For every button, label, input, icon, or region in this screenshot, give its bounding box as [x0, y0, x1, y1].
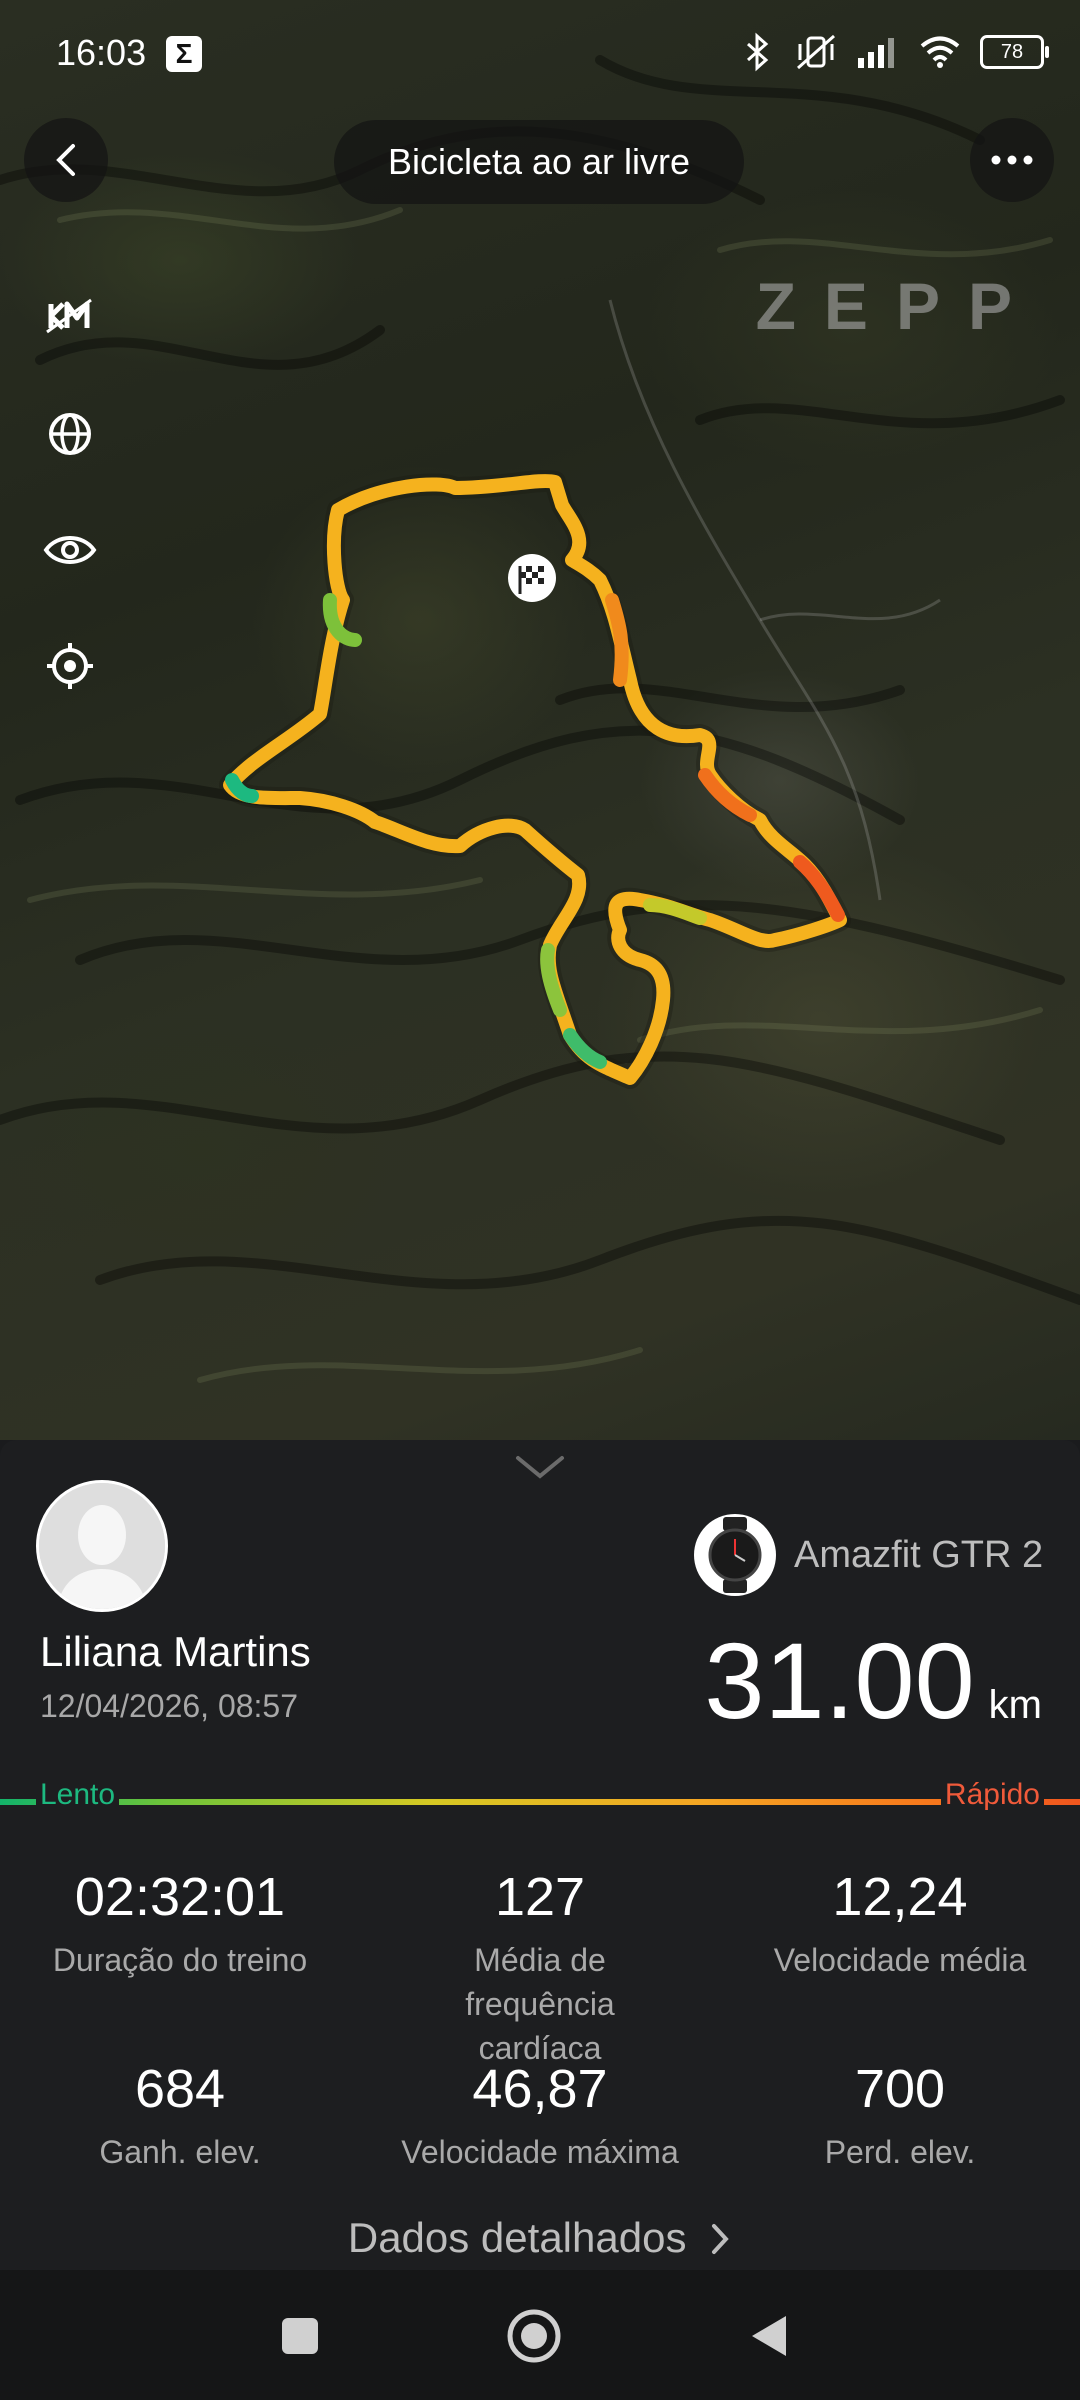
stat-label: Média de frequência cardíaca: [465, 1942, 615, 2066]
back-button[interactable]: [24, 118, 108, 202]
visibility-button[interactable]: [38, 518, 102, 582]
battery-level: 78: [1000, 40, 1024, 63]
stat-label: Velocidade média: [773, 1942, 1027, 1978]
stat-value: 684: [134, 2059, 226, 2119]
finish-flag-icon: [508, 554, 556, 602]
status-icons: 78: [740, 30, 1049, 74]
default-avatar-icon: [39, 1483, 165, 1609]
km-markers-button[interactable]: [38, 284, 102, 348]
map-layer-button[interactable]: [38, 402, 102, 466]
signal-icon: [858, 38, 894, 68]
route-map[interactable]: [0, 0, 1080, 1440]
stat-value: 127: [494, 1867, 586, 1927]
locate-icon: [47, 643, 93, 689]
recents-button[interactable]: [280, 2316, 320, 2356]
stat-elevation-gain: 684 Ganh. elev.: [0, 2058, 360, 2174]
stat-value: 46,87: [472, 2059, 608, 2119]
stat-label: Velocidade máxima: [401, 2134, 679, 2170]
pace-fast-label: Rápido: [940, 1778, 1044, 1812]
pace-slow-label: Lento: [36, 1778, 120, 1812]
distance-unit: km: [988, 1683, 1042, 1727]
km-markers-icon: [46, 298, 92, 334]
wifi-icon: [920, 36, 960, 68]
more-options-button[interactable]: [970, 118, 1054, 202]
recenter-button[interactable]: [38, 634, 102, 698]
zepp-watermark: ZEPP: [755, 269, 1040, 343]
detailed-data-label: Dados detalhados: [347, 2214, 687, 2261]
bluetooth-icon: [747, 32, 769, 72]
activity-date: 12/04/2026, 08:57: [40, 1688, 299, 1724]
chevron-right-icon: [712, 2224, 729, 2254]
stat-label: Ganh. elev.: [99, 2134, 261, 2170]
stat-value: 02:32:01: [74, 1867, 286, 1927]
activity-title-text: Bicicleta ao ar livre: [387, 141, 691, 182]
eye-icon: [43, 536, 97, 564]
pace-gradient-bar: [0, 1799, 1080, 1805]
stat-avg-speed: 12,24 Velocidade média: [720, 1866, 1080, 1982]
stat-label: Duração do treino: [52, 1942, 308, 1978]
collapse-chevron-icon[interactable]: [514, 1452, 566, 1482]
stat-value: 12,24: [832, 1867, 968, 1927]
status-bar: 16:03 Σ 78: [0, 0, 1080, 110]
back-nav-button[interactable]: [746, 2312, 790, 2360]
device-watch-icon: [694, 1514, 776, 1596]
user-name: Liliana Martins: [40, 1628, 311, 1675]
notification-sigma-icon: Σ: [166, 36, 202, 72]
avatar[interactable]: [36, 1480, 168, 1612]
terrain-texture: [0, 55, 1080, 1383]
stat-duration: 02:32:01 Duração do treino: [0, 1866, 360, 1982]
distance-display: 31.00 km: [704, 1618, 1042, 1743]
globe-icon: [49, 413, 91, 455]
home-button[interactable]: [506, 2308, 562, 2364]
stat-avg-heart-rate: 127 Média de frequência cardíaca: [360, 1866, 720, 2070]
stat-value: 700: [854, 2059, 946, 2119]
more-icon: [991, 155, 1033, 165]
activity-title: Bicicleta ao ar livre: [334, 120, 744, 204]
stat-label: Perd. elev.: [824, 2134, 976, 2170]
device-name: Amazfit GTR 2: [794, 1534, 1044, 1576]
chevron-left-icon: [56, 144, 75, 176]
status-time: 16:03: [56, 32, 147, 73]
battery-icon: 78: [980, 35, 1049, 69]
stat-max-speed: 46,87 Velocidade máxima: [360, 2058, 720, 2174]
stat-elevation-loss: 700 Perd. elev.: [720, 2058, 1080, 2174]
detailed-data-link[interactable]: Dados detalhados: [0, 2214, 1080, 2262]
system-nav-bar: [0, 2270, 1080, 2400]
vibrate-off-icon: [797, 34, 835, 70]
distance-value: 31.00: [704, 1620, 975, 1741]
